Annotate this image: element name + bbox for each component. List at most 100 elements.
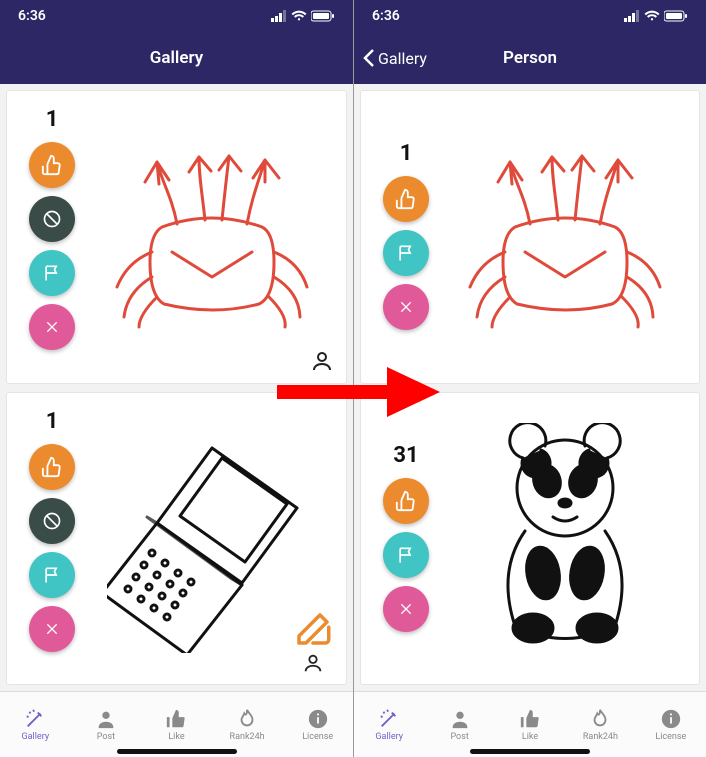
- wand-icon: [24, 708, 46, 730]
- card-actions: 1: [17, 101, 87, 373]
- ban-icon: [42, 209, 62, 229]
- like-button[interactable]: [29, 142, 75, 188]
- drawing-panda: [441, 403, 689, 675]
- person-content: 1: [354, 84, 706, 691]
- status-bar: 6:36: [0, 0, 353, 32]
- tab-license[interactable]: License: [282, 692, 353, 757]
- thumb-up-icon: [41, 154, 63, 176]
- battery-icon: [311, 10, 335, 22]
- like-count: 1: [400, 141, 413, 166]
- nav-title: Person: [503, 48, 557, 68]
- nav-bar: Gallery Person: [354, 32, 706, 84]
- like-button[interactable]: [383, 176, 429, 222]
- flag-button[interactable]: [29, 250, 75, 296]
- close-button[interactable]: [29, 606, 75, 652]
- close-icon: [398, 601, 414, 617]
- status-icons: [271, 10, 335, 22]
- status-time: 6:36: [18, 8, 46, 24]
- card-actions: 31: [371, 403, 441, 675]
- status-icons: [624, 10, 688, 22]
- flag-icon: [42, 565, 62, 585]
- close-button[interactable]: [29, 304, 75, 350]
- back-label: Gallery: [378, 49, 427, 68]
- gallery-card: 1: [360, 90, 700, 384]
- like-count: 31: [393, 443, 418, 468]
- status-bar: 6:36: [354, 0, 706, 32]
- flame-icon: [236, 708, 258, 730]
- tab-label: License: [655, 732, 686, 742]
- wifi-icon: [291, 10, 307, 22]
- wifi-icon: [644, 10, 660, 22]
- tab-label: Rank24h: [583, 732, 618, 742]
- status-time: 6:36: [372, 8, 400, 24]
- card-corner[interactable]: [310, 349, 334, 373]
- tab-label: Like: [522, 732, 538, 742]
- tab-post[interactable]: Post: [71, 692, 142, 757]
- wand-icon: [378, 708, 400, 730]
- drawing-crab: [441, 101, 689, 373]
- tab-like[interactable]: Like: [495, 692, 565, 757]
- ban-icon: [42, 511, 62, 531]
- tab-label: Post: [450, 732, 468, 742]
- flag-button[interactable]: [383, 230, 429, 276]
- battery-icon: [664, 10, 688, 22]
- info-icon: [660, 708, 682, 730]
- tab-bar: Gallery Post Like Rank24h License: [354, 691, 706, 757]
- person-icon: [302, 652, 324, 674]
- gallery-card: 1: [6, 392, 347, 686]
- nav-title: Gallery: [150, 48, 203, 68]
- thumb-up-icon: [395, 188, 417, 210]
- nav-bar: Gallery: [0, 32, 353, 84]
- flag-button[interactable]: [29, 552, 75, 598]
- phone-right: 6:36 Gallery Person 1: [353, 0, 706, 757]
- gallery-content: 1: [0, 84, 353, 691]
- thumb-up-icon: [395, 490, 417, 512]
- info-icon: [307, 708, 329, 730]
- thumb-up-icon: [41, 456, 63, 478]
- close-button[interactable]: [383, 586, 429, 632]
- like-count: 1: [46, 409, 59, 434]
- back-button[interactable]: Gallery: [362, 48, 427, 68]
- signal-icon: [271, 10, 287, 22]
- home-indicator: [117, 749, 237, 754]
- drawing-crab: [87, 101, 336, 373]
- phone-left: 6:36 Gallery 1: [0, 0, 353, 757]
- gallery-card: 1: [6, 90, 347, 384]
- thumb-icon: [165, 708, 187, 730]
- flag-button[interactable]: [383, 532, 429, 578]
- gallery-card: 31: [360, 392, 700, 686]
- close-icon: [398, 299, 414, 315]
- crab-icon: [460, 142, 670, 332]
- thumb-icon: [519, 708, 541, 730]
- like-button[interactable]: [383, 478, 429, 524]
- tab-label: License: [302, 732, 333, 742]
- tab-rank[interactable]: Rank24h: [212, 692, 283, 757]
- tab-gallery[interactable]: Gallery: [354, 692, 424, 757]
- ban-button[interactable]: [29, 498, 75, 544]
- close-button[interactable]: [383, 284, 429, 330]
- like-button[interactable]: [29, 444, 75, 490]
- flag-icon: [396, 243, 416, 263]
- tab-gallery[interactable]: Gallery: [0, 692, 71, 757]
- tab-label: Like: [168, 732, 184, 742]
- card-corner[interactable]: [292, 608, 334, 674]
- tab-rank[interactable]: Rank24h: [565, 692, 635, 757]
- tab-label: Gallery: [22, 732, 50, 742]
- ban-button[interactable]: [29, 196, 75, 242]
- close-icon: [44, 319, 60, 335]
- panda-icon: [465, 423, 665, 653]
- person-icon: [310, 349, 334, 373]
- person-icon: [95, 708, 117, 730]
- card-actions: 1: [371, 101, 441, 373]
- flip-phone-icon: [107, 423, 317, 653]
- chevron-left-icon: [362, 48, 376, 68]
- tab-license[interactable]: License: [636, 692, 706, 757]
- edit-icon: [292, 608, 334, 650]
- tab-post[interactable]: Post: [424, 692, 494, 757]
- tab-like[interactable]: Like: [141, 692, 212, 757]
- card-actions: 1: [17, 403, 87, 675]
- signal-icon: [624, 10, 640, 22]
- tab-label: Rank24h: [230, 732, 265, 742]
- flag-icon: [396, 545, 416, 565]
- crab-icon: [107, 142, 317, 332]
